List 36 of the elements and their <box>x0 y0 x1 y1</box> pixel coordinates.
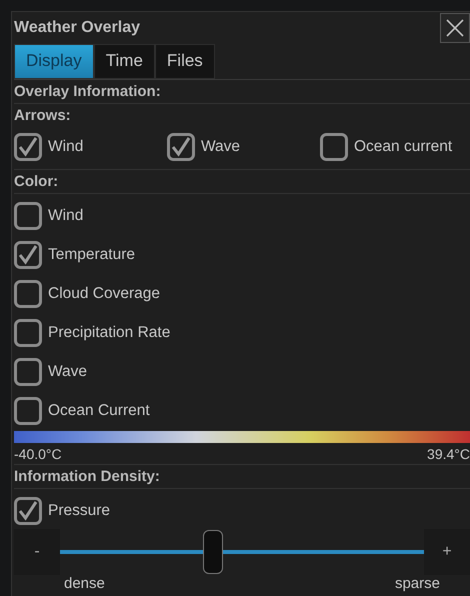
slider-thumb[interactable] <box>202 530 223 574</box>
checkbox[interactable] <box>14 358 42 386</box>
close-button[interactable] <box>440 13 470 43</box>
legend-min-label: -40.0°C <box>14 446 62 462</box>
checkbox-label: Temperature <box>48 246 136 264</box>
checkbox[interactable] <box>14 241 42 269</box>
checkbox-label: Ocean Current <box>48 402 150 420</box>
checkbox[interactable] <box>14 133 42 161</box>
decrease-button[interactable]: - <box>14 529 60 575</box>
checkbox[interactable] <box>320 133 348 161</box>
section-header: Arrows: <box>14 106 72 126</box>
checkbox-label: Cloud Coverage <box>48 285 160 303</box>
tab[interactable]: Time <box>94 44 155 79</box>
section-header: Information Density: <box>14 465 470 489</box>
slider-min-label: dense <box>64 575 105 592</box>
window-title: Weather Overlay <box>14 19 140 37</box>
checkbox-label: Ocean current <box>354 138 452 156</box>
checkbox[interactable] <box>14 397 42 425</box>
checkbox-label: Wind <box>48 207 84 225</box>
section-header: Color: <box>14 170 470 194</box>
section-header: Overlay Information: <box>14 80 470 104</box>
checkbox-label: Wave <box>48 363 88 381</box>
increase-button[interactable]: + <box>424 529 470 575</box>
close-icon[interactable] <box>445 18 465 38</box>
checkbox-label: Wind <box>48 138 84 156</box>
legend-max-label: 39.4°C <box>427 446 470 462</box>
checkbox-label: Precipitation Rate <box>48 324 170 342</box>
checkbox[interactable] <box>14 202 42 230</box>
checkbox-label: Wave <box>201 138 240 156</box>
checkbox[interactable] <box>167 133 195 161</box>
checkbox-label: Pressure <box>48 502 110 520</box>
checkbox[interactable] <box>14 319 42 347</box>
checkbox[interactable] <box>14 497 42 525</box>
tab[interactable]: Files <box>154 44 215 79</box>
slider-max-label: sparse <box>394 575 440 592</box>
checkbox[interactable] <box>14 280 42 308</box>
